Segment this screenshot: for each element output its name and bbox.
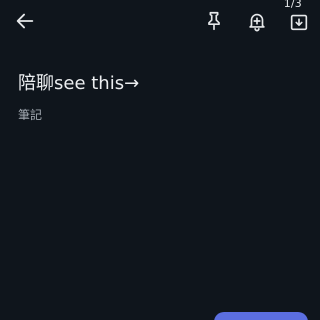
archive-icon [290, 14, 308, 31]
arrow-left-icon [16, 13, 34, 29]
note-label-chip[interactable]: 筆記 [18, 106, 42, 123]
pin-icon [208, 11, 220, 31]
floating-action-button[interactable] [214, 312, 308, 320]
note-screen: 1/3 陪聊see this→ 筆記 [0, 0, 320, 320]
reminder-button[interactable] [245, 9, 269, 33]
bell-plus-icon [249, 13, 265, 32]
page-counter: 1/3 [283, 0, 302, 10]
pin-button[interactable] [202, 9, 226, 33]
note-title[interactable]: 陪聊see this→ [18, 69, 139, 95]
archive-button[interactable] [287, 10, 311, 34]
back-button[interactable] [13, 9, 37, 33]
